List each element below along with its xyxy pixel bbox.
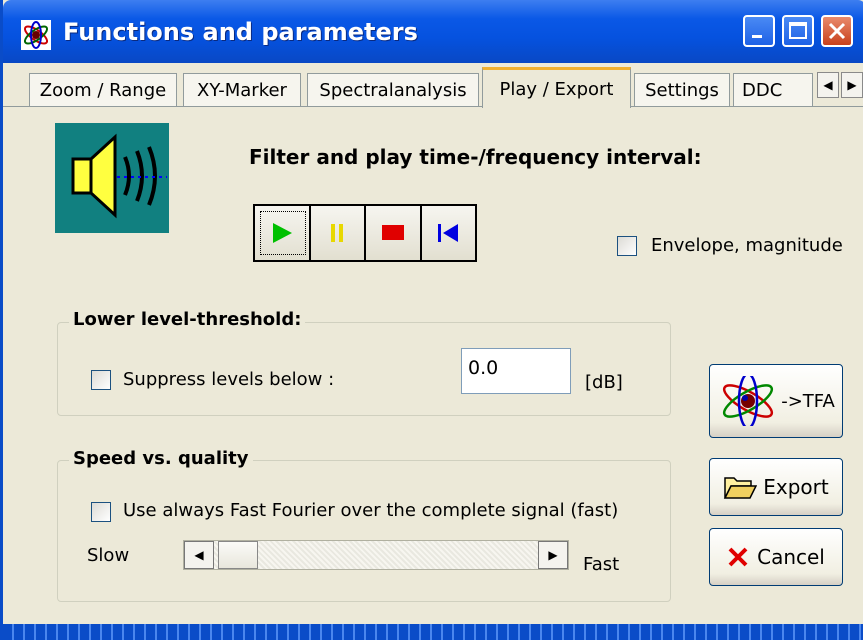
tab-label: Settings xyxy=(645,80,719,101)
tab-play-export[interactable]: Play / Export xyxy=(482,67,631,108)
rewind-button[interactable] xyxy=(421,206,475,260)
tab-scroll-left-button[interactable]: ◀ xyxy=(817,72,839,98)
minimize-button[interactable] xyxy=(743,15,775,47)
dialog-window: Functions and parameters Zoom / Range XY… xyxy=(0,0,863,640)
tab-label: XY-Marker xyxy=(197,80,287,101)
tab-zoom-range[interactable]: Zoom / Range xyxy=(29,73,177,107)
minimize-icon xyxy=(752,35,762,38)
envelope-checkbox[interactable] xyxy=(617,236,637,256)
slider-right-button[interactable]: ▶ xyxy=(538,541,568,569)
fast-label: Fast xyxy=(583,554,620,575)
tab-settings[interactable]: Settings xyxy=(634,73,730,107)
tfa-label: ->TFA xyxy=(781,390,835,412)
export-button[interactable]: Export xyxy=(709,458,843,516)
tab-ddc[interactable]: DDC xyxy=(733,73,813,107)
export-label: Export xyxy=(763,475,829,499)
speaker-icon xyxy=(71,133,167,219)
maximize-button[interactable] xyxy=(782,15,814,47)
fft-label: Use always Fast Fourier over the complet… xyxy=(123,500,619,521)
tab-divider xyxy=(3,106,863,107)
atom-icon xyxy=(21,20,51,50)
stop-button[interactable] xyxy=(366,206,422,260)
title-bar[interactable]: Functions and parameters xyxy=(3,0,863,63)
slider-thumb[interactable] xyxy=(218,541,258,569)
tab-scroll-right-button[interactable]: ▶ xyxy=(841,72,863,98)
tab-label: Zoom / Range xyxy=(39,80,167,101)
right-arrow-icon: ▶ xyxy=(548,548,558,562)
speed-slider[interactable]: ◀ ▶ xyxy=(183,540,569,570)
cancel-icon xyxy=(728,547,748,567)
cancel-label: Cancel xyxy=(757,545,825,569)
envelope-label: Envelope, magnitude xyxy=(651,235,843,256)
tab-strip: Zoom / Range XY-Marker Spectralanalysis … xyxy=(3,63,863,108)
play-icon xyxy=(272,223,292,243)
tab-label: Play / Export xyxy=(499,78,614,100)
tab-xy-marker[interactable]: XY-Marker xyxy=(183,73,301,107)
playback-toolbar xyxy=(253,204,477,262)
left-arrow-icon: ◀ xyxy=(194,548,204,562)
folder-icon xyxy=(724,477,758,499)
threshold-input[interactable]: 0.0 xyxy=(461,348,571,394)
rewind-icon xyxy=(438,224,459,242)
threshold-group-label: Lower level-threshold: xyxy=(69,309,306,330)
atom-icon xyxy=(723,376,774,426)
slider-left-button[interactable]: ◀ xyxy=(184,541,214,569)
threshold-unit: [dB] xyxy=(585,372,623,393)
cancel-button[interactable]: Cancel xyxy=(709,528,843,586)
speaker-image xyxy=(55,123,169,233)
tab-spectralanalysis[interactable]: Spectralanalysis xyxy=(307,73,479,107)
close-icon xyxy=(828,22,846,40)
suppress-label: Suppress levels below : xyxy=(123,369,335,390)
slow-label: Slow xyxy=(87,545,130,566)
tfa-button[interactable]: ->TFA xyxy=(709,364,843,438)
speed-group-label: Speed vs. quality xyxy=(69,448,253,469)
tab-label: DDC xyxy=(742,80,783,101)
close-button[interactable] xyxy=(821,15,853,47)
window-title: Functions and parameters xyxy=(63,18,418,46)
stop-icon xyxy=(381,225,404,240)
suppress-checkbox[interactable] xyxy=(91,370,111,390)
left-arrow-icon: ◀ xyxy=(823,78,833,92)
tab-label: Spectralanalysis xyxy=(319,80,467,101)
pause-button[interactable] xyxy=(310,206,366,260)
fft-checkbox[interactable] xyxy=(91,502,111,522)
pause-icon xyxy=(331,224,344,242)
bottom-taskbar-strip xyxy=(3,624,863,640)
play-heading: Filter and play time-/frequency interval… xyxy=(249,145,702,169)
right-arrow-icon: ▶ xyxy=(847,78,857,92)
maximize-icon xyxy=(789,22,807,39)
speed-group xyxy=(57,460,671,602)
play-button[interactable] xyxy=(255,206,311,260)
